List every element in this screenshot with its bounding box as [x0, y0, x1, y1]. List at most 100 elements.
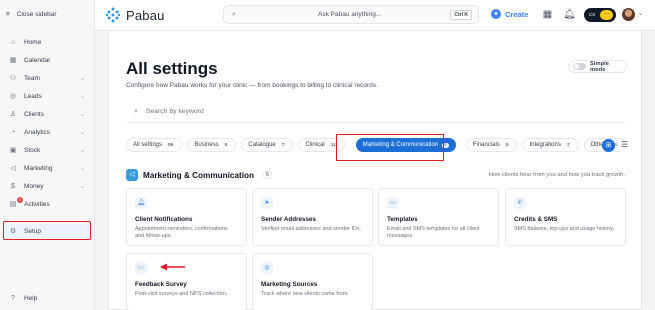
chevron-down-icon: ⌄	[79, 129, 85, 136]
sidebar-item-label: Leads	[24, 92, 42, 100]
sidebar-item-label: Help	[24, 294, 38, 302]
section-title: Marketing & Communication	[143, 170, 254, 180]
pie-chart-icon: ◔	[10, 128, 16, 136]
top-bar: Pabau ⌕ Ask Pabau anything... Ctrl K + C…	[95, 0, 655, 31]
message-icon: ▭	[387, 197, 399, 209]
sidebar-item-help[interactable]: ? Help	[4, 291, 91, 305]
toggle-badge: ···	[600, 10, 613, 20]
sidebar-item-marketing[interactable]: ◁ Marketing ⌄	[4, 161, 91, 175]
team-icon: ⚇	[9, 75, 17, 82]
location-toggle[interactable]: CS ···	[584, 8, 616, 22]
sidebar-item-leads[interactable]: ◎ Leads ⌄	[4, 89, 91, 103]
switch-icon	[573, 63, 586, 70]
tab-label: All settings	[133, 142, 163, 148]
close-sidebar-label: Close sidebar	[16, 11, 57, 18]
sidebar-item-clients[interactable]: ♙ Clients ⌄	[4, 107, 91, 121]
sidebar-item-analytics[interactable]: ◔ Analytics ⌄	[4, 125, 91, 139]
sidebar-item-label: Analytics	[24, 128, 51, 136]
close-sidebar-button[interactable]: ≡ Close sidebar	[6, 11, 57, 18]
sidebar-item-activities[interactable]: ▤ 1 Activities	[4, 197, 91, 211]
simple-mode-toggle[interactable]: Simple mode	[568, 60, 627, 73]
tab-count: 5	[222, 142, 230, 148]
sidebar-item-label: Team	[24, 74, 40, 82]
box-icon: ▣	[9, 147, 17, 154]
section-description: How clients hear from you and how you tr…	[488, 172, 625, 178]
tab-business[interactable]: Business 5	[187, 138, 237, 152]
tab-count: 7	[279, 142, 287, 148]
card-title: Credits & SMS	[514, 216, 558, 223]
sidebar-item-money[interactable]: $ Money ⌄	[4, 179, 91, 193]
tab-integrations[interactable]: Integrations 7	[522, 138, 579, 152]
tab-financials[interactable]: Financials 9	[465, 138, 518, 152]
dollar-icon: $	[11, 182, 15, 190]
tab-label: Catalogue	[248, 142, 276, 148]
send-icon: ➤	[261, 197, 273, 209]
sidebar-item-team[interactable]: ⚇ Team ⌄	[4, 71, 91, 85]
chevron-down-icon: ⌄	[79, 147, 85, 154]
card-title: Templates	[387, 216, 418, 223]
create-button[interactable]: + Create	[491, 9, 528, 19]
chevron-down-icon: ⌄	[79, 165, 85, 172]
global-search-placeholder: Ask Pabau anything...	[318, 11, 382, 18]
chevron-down-icon: ⌄	[79, 93, 85, 100]
pabau-logo-icon	[105, 7, 121, 23]
settings-card-templates[interactable]: ▭ Templates Email and SMS templates for …	[378, 188, 499, 246]
tab-catalogue[interactable]: Catalogue 7	[241, 138, 294, 152]
plus-icon: +	[491, 9, 501, 19]
shortcut-badge: Ctrl K	[450, 10, 472, 20]
calendar-icon[interactable]: ▦	[541, 8, 554, 21]
grid-view-icon[interactable]: ⊞	[602, 139, 615, 152]
sidebar-item-stock[interactable]: ▣ Stock ⌄	[4, 143, 91, 157]
sidebar-item-label: Stock	[24, 146, 41, 154]
settings-card-credits-sms[interactable]: ✆ Credits & SMS SMS balance, top-ups and…	[505, 188, 626, 246]
brand-logo[interactable]: Pabau	[105, 7, 165, 23]
sidebar-item-label: Marketing	[24, 164, 53, 172]
chevron-down-icon[interactable]: ⌄	[638, 10, 643, 17]
tab-all-settings[interactable]: All settings 59	[126, 138, 183, 152]
sidebar-item-home[interactable]: ⌂ Home	[4, 35, 91, 49]
monitor-icon: ▭	[135, 262, 147, 274]
chevron-down-icon: ⌄	[79, 111, 85, 118]
card-description: SMS balance, top-ups and usage history.	[514, 226, 615, 232]
sidebar-item-label: Activities	[24, 200, 50, 208]
card-description: Post-visit surveys and NPS collection.	[135, 291, 228, 297]
target-icon: ◎	[261, 262, 273, 274]
settings-search-input[interactable]: ⌕ Search by keyword	[126, 101, 626, 123]
tab-count: 59	[166, 142, 176, 148]
chevron-down-icon: ⌄	[79, 75, 85, 82]
toggle-initials: CS	[586, 10, 598, 20]
card-title: Feedback Survey	[135, 281, 187, 288]
settings-search-placeholder: Search by keyword	[145, 108, 204, 115]
megaphone-icon: ◁	[126, 169, 138, 181]
settings-card-marketing-sources[interactable]: ◎ Marketing Sources Track where new clie…	[252, 253, 373, 310]
activities-icon: ▤ 1	[9, 197, 23, 208]
search-icon: ⌕	[232, 10, 236, 18]
settings-card-client-notifications[interactable]: 🔔︎ Client Notifications Appointment remi…	[126, 188, 247, 246]
section-count: 6	[263, 171, 272, 179]
card-description: Verified email addresses and sender IDs.	[261, 226, 362, 232]
sidebar-item-label: Clients	[24, 110, 44, 118]
sidebar-item-label: Home	[24, 38, 42, 46]
sidebar: ≡ Close sidebar ⌂ Home ▦ Calendar ⚇ Team…	[0, 0, 95, 310]
bell-icon[interactable]: 🔔︎	[563, 8, 576, 21]
card-description: Track where new clients come from.	[261, 291, 349, 297]
sidebar-item-calendar[interactable]: ▦ Calendar	[4, 53, 91, 67]
page-title: All settings	[126, 59, 218, 78]
card-description: Email and SMS templates for all client m…	[387, 226, 480, 239]
card-title: Marketing Sources	[261, 281, 318, 288]
settings-card-feedback-survey[interactable]: ▭ Feedback Survey Post-visit surveys and…	[126, 253, 247, 310]
tab-count: 7	[564, 142, 572, 148]
settings-card-sender-addresses[interactable]: ➤ Sender Addresses Verified email addres…	[252, 188, 373, 246]
avatar[interactable]	[622, 8, 635, 21]
highlight-box-tab	[336, 134, 444, 161]
tab-label: Integrations	[529, 142, 561, 148]
card-title: Sender Addresses	[261, 216, 317, 223]
simple-mode-label: Simple mode	[589, 60, 609, 73]
highlight-box-setup	[3, 221, 91, 240]
chevron-down-icon: ⌄	[79, 183, 85, 190]
annotation-arrow-icon	[160, 263, 185, 271]
global-search-input[interactable]: ⌕ Ask Pabau anything... Ctrl K	[223, 5, 479, 24]
bell-icon: 🔔︎	[135, 197, 147, 209]
tab-label: Business	[194, 142, 219, 148]
list-view-icon[interactable]: ☰	[621, 140, 628, 149]
